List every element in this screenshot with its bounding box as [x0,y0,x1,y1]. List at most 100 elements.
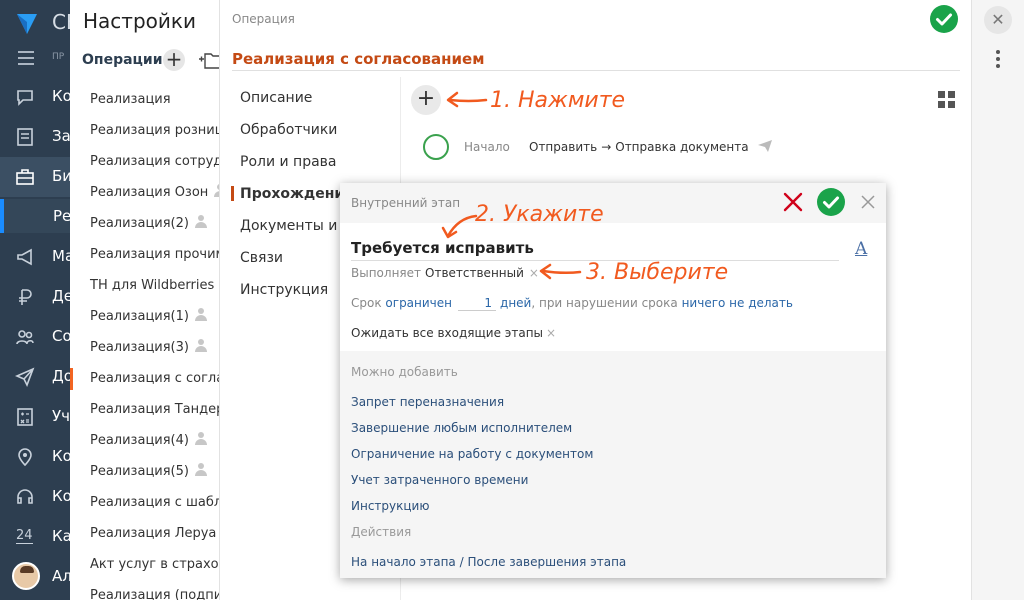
nav-item-label: Уч [52,407,70,425]
chat-icon [17,90,33,106]
nav-item-accounting[interactable]: Уч [0,397,70,437]
user-icon [194,215,207,228]
nav-item-calendar[interactable]: 24 Ка [0,517,70,557]
add-stage-button[interactable]: + [411,85,441,115]
deadline-label: Срок [351,296,382,310]
can-add-label: Можно добавить [351,365,458,379]
operation-label: Реализация [90,92,171,107]
operation-label: Реализация Леруа Мерлен [90,526,219,541]
nav-item-contact-center[interactable]: Ко [0,477,70,517]
operations-label: Операции [82,52,163,68]
operation-label: Реализация прочим покупателям [90,247,219,262]
add-folder-icon[interactable] [199,50,220,70]
operation-list-item[interactable]: Реализация сотрудникам [70,146,219,177]
close-dialog-icon[interactable] [861,195,875,209]
nav-subitem-realization[interactable]: Ре [0,199,70,233]
remove-wait-all-icon[interactable]: × [546,326,556,340]
nav-item-label: Ко [52,87,70,105]
operation-list-item[interactable]: Реализация Тандер [70,394,220,425]
nav-item-label: Ма [52,247,70,265]
operation-list-item[interactable]: Реализация(2) [70,208,219,239]
operation-label: Реализация Тандер [90,402,220,417]
operation-label: Реализация Озон [90,185,209,200]
deadline-value-input[interactable]: 1 [458,296,497,311]
performer-value[interactable]: Ответственный [425,266,524,280]
nav-item-label: Со [52,327,70,345]
nav-item-company[interactable]: Ко [0,437,70,477]
operation-title[interactable]: Реализация с согласованием [232,50,484,68]
grid-view-icon[interactable] [938,91,956,109]
stage-main-fields: Требуется исправить A Выполняет Ответстве… [340,223,886,351]
add-operation-button[interactable]: + [163,49,185,71]
stage-events-link[interactable]: На начало этапа / После завершения этапа [351,555,626,569]
settings-title: Настройки [83,9,196,33]
annotation-step3: 3. Выберите [586,260,729,285]
nav-item-business[interactable]: Би [0,157,70,197]
tasks-icon [17,128,33,146]
operation-list-item[interactable]: Реализация (подписание) [70,580,219,600]
operation-list-item[interactable]: Реализация(3) [70,332,219,363]
operation-list-item[interactable]: Реализация [70,84,219,115]
operation-label: Реализация(2) [90,216,189,231]
nav-item-label: До [52,367,70,385]
flow-action: Отправить [529,140,598,154]
nav-item-label: Ал [52,567,70,585]
nav-item-tasks[interactable]: За [0,117,70,157]
operations-list: Реализация Реализация розницы Реализация с… [70,84,220,600]
confirm-stage-button[interactable] [817,188,845,216]
nav-item-label: Би [52,167,70,185]
more-menu-icon[interactable] [996,50,1000,71]
flow-transition[interactable]: Отправить → Отправка документа [529,140,773,154]
save-operation-button[interactable] [930,5,958,33]
extra-any-performer[interactable]: Завершение любым исполнителем [351,419,751,445]
tab-roles[interactable]: Роли и права [220,146,400,178]
operation-label: Реализация(5) [90,464,189,479]
operation-list-item[interactable]: Реализация прочим покупателям [70,239,219,270]
operation-list-item[interactable]: Реализация Озон [70,177,219,208]
nav-item-profile[interactable]: Ал [0,557,70,597]
operation-list-item[interactable]: Реализация Леруа Мерлен [70,518,219,549]
operation-list-item[interactable]: Реализация(4) [70,425,219,456]
extra-no-reassign[interactable]: Запрет переназначения [351,393,751,419]
operation-label: Реализация сотрудникам [90,154,219,169]
operation-list-item[interactable]: Реализация(5) [70,456,219,487]
delete-stage-icon[interactable] [783,192,803,212]
stage-name-input[interactable]: Требуется исправить [351,239,839,261]
operation-list-item[interactable]: ТН для Wildberries [70,270,219,301]
deadline-action-link[interactable]: ничего не делать [682,296,793,310]
deadline-mode-link[interactable]: ограничен [385,296,452,310]
extra-time-tracking[interactable]: Учет затраченного времени [351,471,751,497]
operation-list-item[interactable]: Реализация(1) [70,301,219,332]
people-icon [16,330,34,345]
nav-item-staff[interactable]: Со [0,317,70,357]
nav-item-contacts[interactable]: Ко [0,77,70,117]
deadline-unit-link[interactable]: дней [500,296,531,310]
user-icon [194,308,207,321]
logo-icon[interactable] [14,10,40,36]
nav-item-documents[interactable]: До [0,357,70,397]
hamburger-icon[interactable] [18,51,34,69]
start-node[interactable] [423,134,449,160]
operation-list-item[interactable]: Акт услуг в страховую [70,549,219,580]
close-panel-button[interactable]: ✕ [984,6,1012,34]
stage-type-label: Внутренний этап [351,196,461,210]
font-format-button[interactable]: A [855,239,867,259]
nav-item-label: За [52,127,70,145]
nav-item-money[interactable]: Де [0,277,70,317]
nav-item-label: Ко [52,487,70,505]
wait-all-option[interactable]: Ожидать все входящие этапы × [351,326,556,340]
extra-instruction[interactable]: Инструкцию [351,497,751,523]
operation-list-item[interactable]: Реализация с шаблоном [70,487,219,518]
tab-description[interactable]: Описание [220,82,400,114]
nav-item-label: Ко [52,447,70,465]
operation-label: Реализация(1) [90,309,189,324]
annotation-arrow-step3 [539,263,582,280]
extra-doc-restriction[interactable]: Ограничение на работу с документом [351,445,751,471]
nav-item-marketing[interactable]: Ма [0,237,70,277]
operation-list-item[interactable]: Реализация с согласованием [70,363,219,394]
send-plane-icon [758,140,773,152]
annotation-step2: 2. Укажите [475,202,604,227]
tab-handlers[interactable]: Обработчики [220,114,400,146]
operation-list-item[interactable]: Реализация розницы [70,115,219,146]
headset-icon [17,489,33,504]
